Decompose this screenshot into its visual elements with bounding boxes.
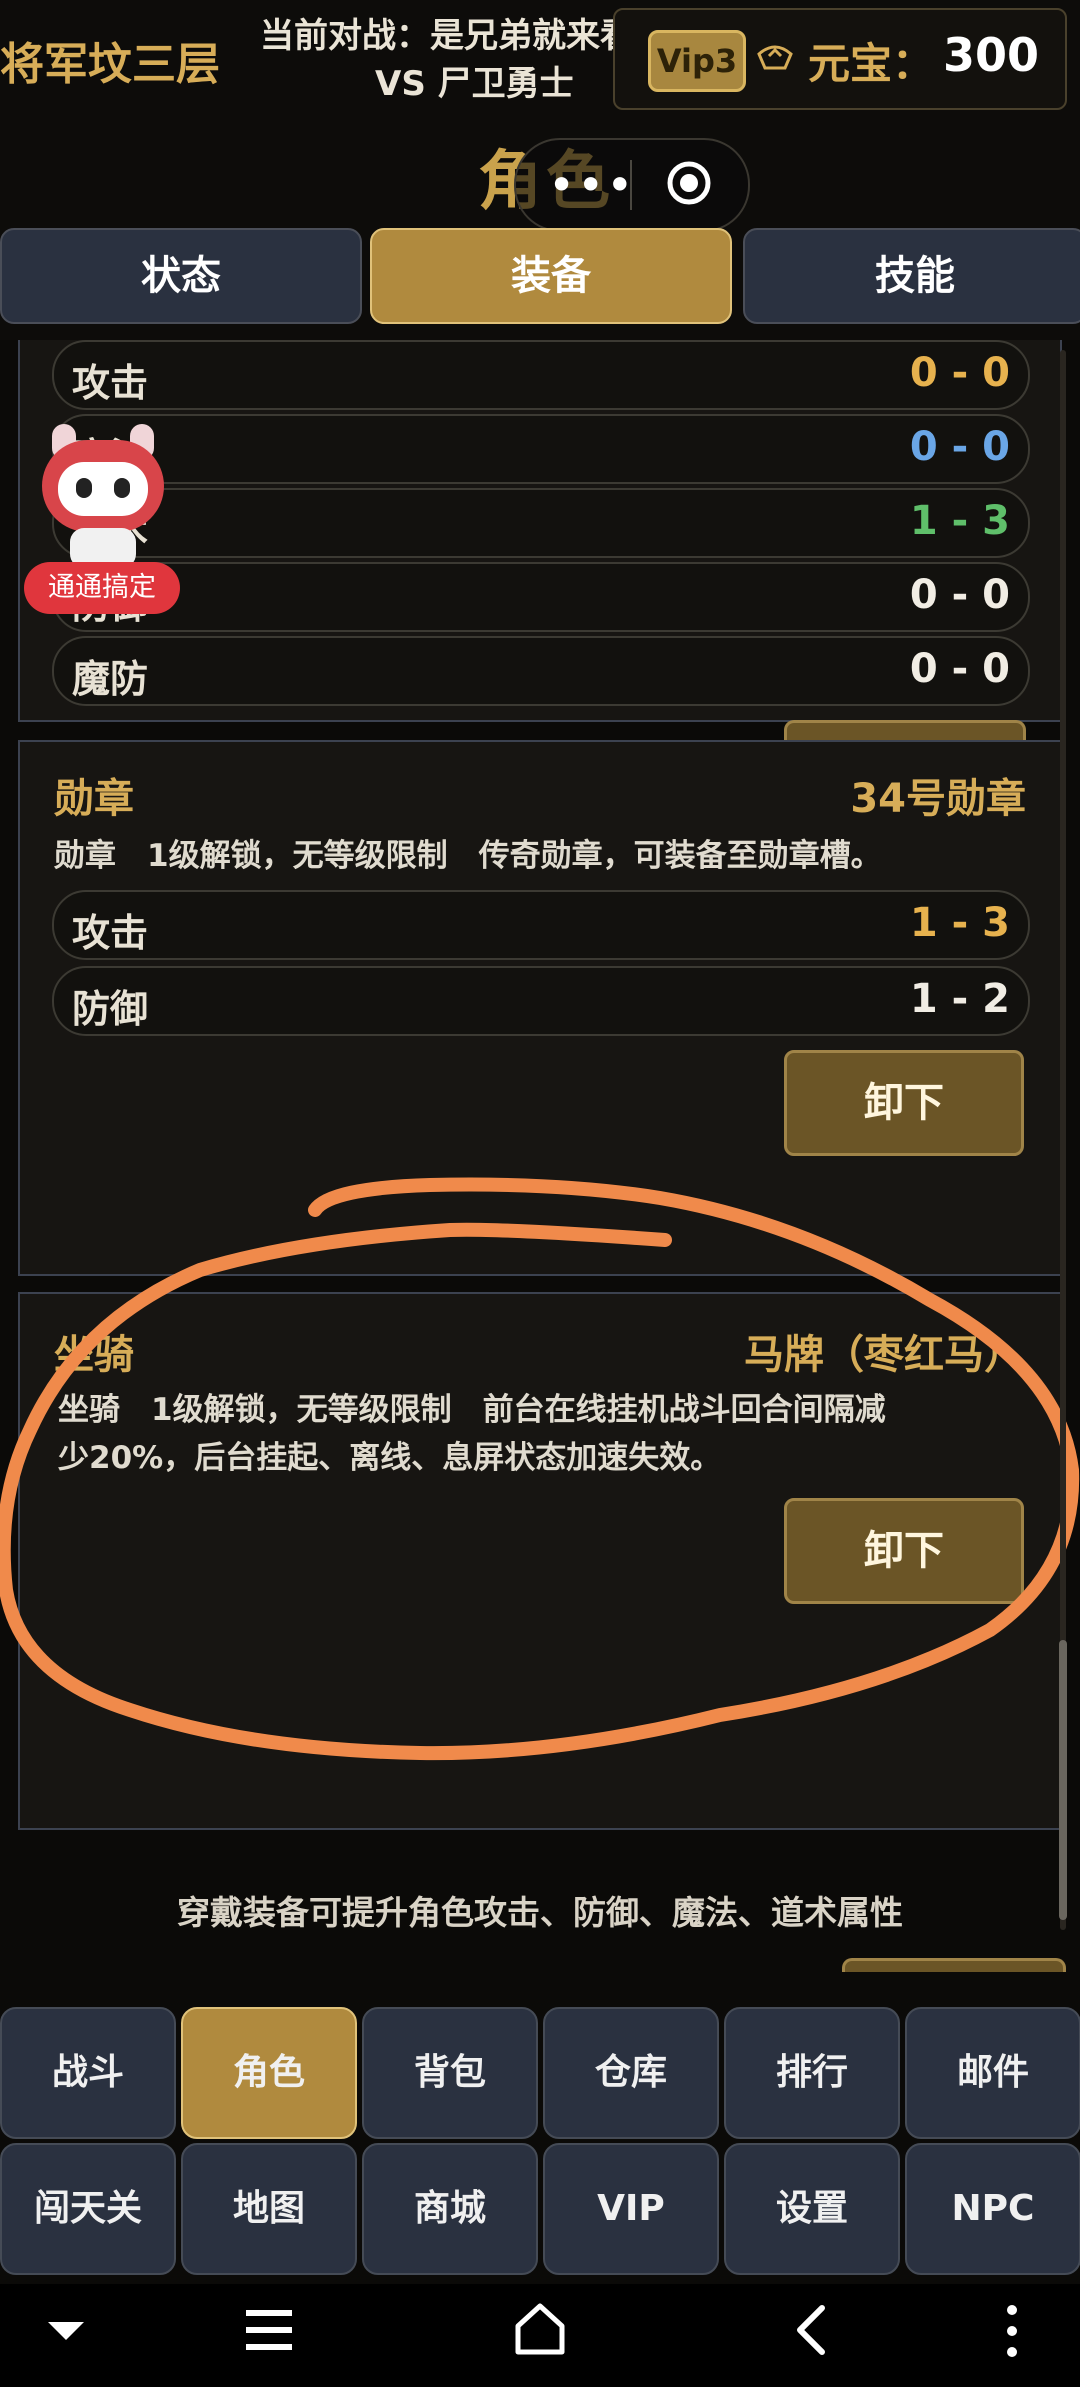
nav-vip[interactable]: VIP (543, 2143, 719, 2275)
stat-row-magic-defense: 魔防 0 - 0 (52, 636, 1030, 706)
stat-label: 防御 (72, 987, 149, 1031)
nav-battle[interactable]: 战斗 (0, 2007, 176, 2139)
medal-description: 勋章 1级解锁，无等级限制 传奇勋章，可装备至勋章槽。 (54, 838, 882, 874)
mascot-eye (76, 478, 92, 498)
nav-ranking[interactable]: 排行 (724, 2007, 900, 2139)
tab-equipment[interactable]: 装备 (370, 228, 732, 324)
nav-bag[interactable]: 背包 (362, 2007, 538, 2139)
close-target-icon[interactable] (666, 160, 712, 206)
medal-stat-defense: 防御 1 - 2 (52, 966, 1030, 1036)
stat-value: 0 - 0 (909, 350, 1010, 396)
home-icon[interactable] (514, 2302, 566, 2356)
tab-skills[interactable]: 技能 (743, 228, 1080, 324)
mascot-eye (114, 478, 130, 498)
current-battle: 当前对战：是兄弟就来看我 (260, 16, 668, 56)
medal-unequip-button[interactable]: 卸下 (784, 1050, 1024, 1156)
nav-challenge[interactable]: 闯天关 (0, 2143, 176, 2275)
medal-title: 勋章 (54, 776, 134, 822)
back-icon[interactable] (794, 2304, 828, 2356)
stat-row-taoism: 道术 1 - 3 (52, 488, 1030, 558)
menu-icon[interactable] (246, 2308, 292, 2352)
more-icon[interactable]: ••• (548, 158, 635, 212)
stat-value: 1 - 2 (909, 976, 1010, 1022)
capsule-divider (630, 160, 632, 210)
stat-value: 0 - 0 (909, 572, 1010, 618)
hide-keyboard-icon[interactable] (44, 2316, 88, 2346)
battle-opponent: VS 尸卫勇士 (375, 64, 574, 104)
equipment-hint: 穿戴装备可提升角色攻击、防御、魔法、道术属性 (177, 1893, 903, 1932)
annotation-circle (0, 1177, 1080, 1761)
ingot-icon (757, 45, 793, 70)
vip-badge[interactable]: Vip3 (648, 30, 746, 92)
stat-value: 1 - 3 (909, 900, 1010, 946)
stat-label: 攻击 (72, 911, 149, 955)
currency-label: 元宝： (808, 39, 935, 88)
stat-label: 魔防 (72, 657, 149, 701)
location-name: 将军坟三层 (0, 39, 220, 90)
stat-value: 0 - 0 (909, 424, 1010, 470)
stat-value: 1 - 3 (909, 498, 1010, 544)
nav-map[interactable]: 地图 (181, 2143, 357, 2275)
stat-value: 0 - 0 (909, 646, 1010, 692)
nav-settings[interactable]: 设置 (724, 2143, 900, 2275)
stat-label: 攻击 (72, 361, 149, 405)
stat-row-magic: 魔法 0 - 0 (52, 414, 1030, 484)
currency-value: 300 (943, 28, 1040, 82)
medal-name: 34号勋章 (850, 776, 1026, 822)
mascot-face (58, 462, 148, 516)
stat-row-defense: 防御 0 - 0 (52, 562, 1030, 632)
nav-shop[interactable]: 商城 (362, 2143, 538, 2275)
nav-character[interactable]: 角色 (181, 2007, 357, 2139)
nav-mail[interactable]: 邮件 (905, 2007, 1080, 2139)
nav-npc[interactable]: NPC (905, 2143, 1080, 2275)
medal-stat-attack: 攻击 1 - 3 (52, 890, 1030, 960)
mascot-label[interactable]: 通通搞定 (24, 562, 180, 614)
scrollbar-thumb[interactable] (1059, 1640, 1067, 1920)
more-options-icon[interactable] (1004, 2304, 1020, 2358)
tab-status[interactable]: 状态 (0, 228, 362, 324)
stat-row-attack: 攻击 0 - 0 (52, 340, 1030, 410)
nav-warehouse[interactable]: 仓库 (543, 2007, 719, 2139)
